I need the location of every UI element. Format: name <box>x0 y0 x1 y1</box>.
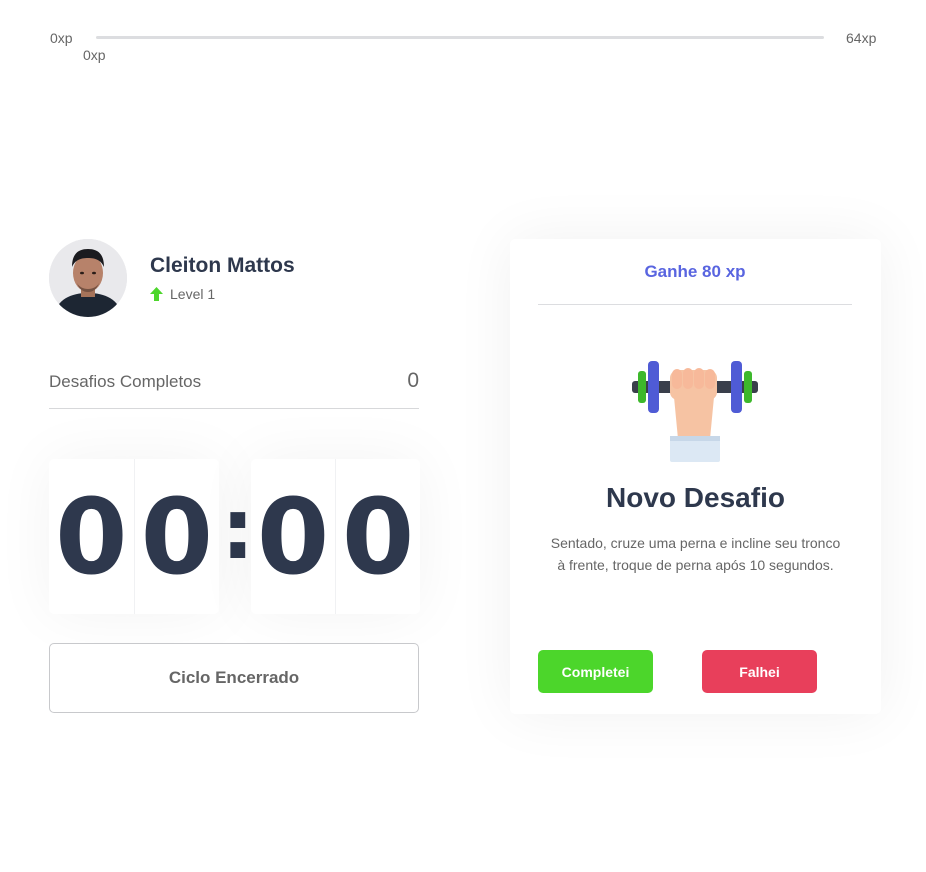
challenge-title: Novo Desafio <box>606 482 785 513</box>
challenge-failed-button[interactable]: Falhei <box>702 650 817 693</box>
xp-progress-bar <box>96 36 824 39</box>
challenge-description: Sentado, cruze uma perna e incline seu t… <box>550 535 841 573</box>
completed-challenges: Desafios Completos 0 <box>49 369 419 409</box>
xp-current-label: 0xp <box>83 47 106 63</box>
level-label: Level 1 <box>170 286 216 302</box>
level-indicator: Level 1 <box>150 286 215 302</box>
profile-name: Cleiton Mattos <box>150 254 295 277</box>
avatar <box>49 239 127 317</box>
minute-digit-right: 0 <box>133 459 220 614</box>
cycle-ended-button[interactable]: Ciclo Encerrado <box>49 643 419 713</box>
avatar-image <box>49 239 127 317</box>
countdown-separator: : <box>221 480 255 578</box>
challenge-reward: Ganhe 80 xp <box>538 239 852 305</box>
dumbbell-icon <box>632 361 758 462</box>
completed-challenges-count: 0 <box>407 369 419 392</box>
completed-challenges-label: Desafios Completos <box>49 372 202 391</box>
second-digit-right: 0 <box>335 459 420 614</box>
minute-digit-left: 0 <box>55 475 128 598</box>
challenge-succeeded-button[interactable]: Completei <box>538 650 653 693</box>
xp-min-label: 0xp <box>50 30 73 46</box>
challenge-card: Ganhe 80 xp Novo Desafio Sentado, cruze … <box>510 239 881 714</box>
second-digit-left: 0 <box>256 475 330 598</box>
countdown-seconds: 0 0 <box>251 459 420 614</box>
countdown-minutes: 0 0 <box>49 459 219 614</box>
level-up-arrow-icon <box>150 287 163 301</box>
xp-max-label: 64xp <box>846 30 877 46</box>
